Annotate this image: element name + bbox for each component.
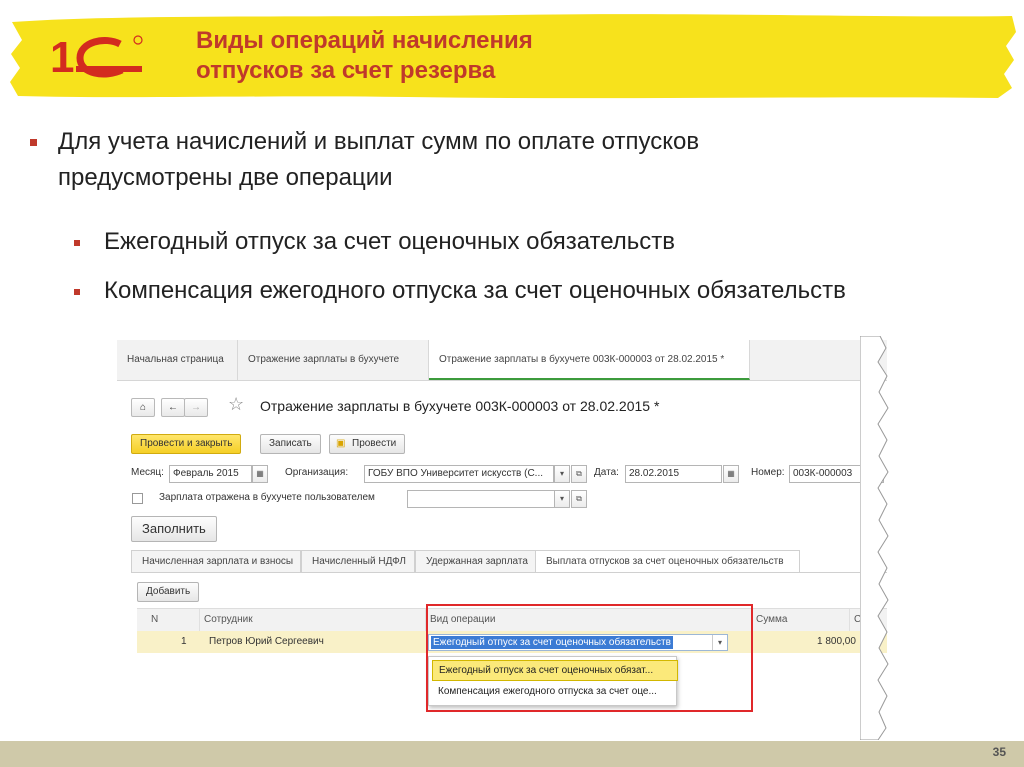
main-bullet-line1: Для учета начислений и выплат сумм по оп… bbox=[58, 128, 700, 155]
post-button-label: Провести bbox=[352, 438, 397, 449]
fill-button[interactable]: Заполнить bbox=[131, 516, 217, 542]
tab-salary-reflection-doc[interactable]: Отражение зарплаты в бухучете 003К-00000… bbox=[429, 340, 750, 380]
dropdown-icon[interactable]: ▾ bbox=[554, 490, 570, 508]
tab-salary-reflection-list[interactable]: Отражение зарплаты в бухучете bbox=[238, 340, 429, 380]
document-title: Отражение зарплаты в бухучете 003К-00000… bbox=[260, 398, 660, 414]
save-button[interactable]: Записать bbox=[260, 434, 321, 454]
star-icon[interactable]: ☆ bbox=[228, 394, 244, 415]
organization-field[interactable]: ГОБУ ВПО Университет искусств (С... bbox=[364, 465, 554, 483]
tab-vacation-payments[interactable]: Выплата отпусков за счет оценочных обяза… bbox=[535, 550, 800, 573]
date-field[interactable]: 28.02.2015 bbox=[625, 465, 722, 483]
arrow-right-icon: → bbox=[191, 402, 201, 413]
month-field[interactable]: Февраль 2015 bbox=[169, 465, 252, 483]
main-bullet-text: Для учета начислений и выплат сумм по оп… bbox=[58, 124, 958, 196]
cell-sum: 1 800,00 bbox=[817, 636, 856, 647]
tabs-divider bbox=[131, 572, 887, 573]
arrow-left-icon: ← bbox=[168, 402, 178, 413]
posted-by-user-label: Зарплата отражена в бухучете пользовател… bbox=[159, 492, 375, 503]
footer-bar bbox=[0, 741, 1024, 767]
date-label: Дата: bbox=[594, 467, 619, 478]
month-label: Месяц: bbox=[131, 467, 164, 478]
number-label: Номер: bbox=[751, 467, 785, 478]
user-field[interactable] bbox=[407, 490, 555, 508]
page-number: 35 bbox=[992, 745, 1006, 759]
column-sum: Сумма bbox=[751, 609, 787, 631]
add-button[interactable]: Добавить bbox=[137, 582, 200, 602]
tab-home-page[interactable]: Начальная страница bbox=[117, 340, 238, 380]
slide-title-line1: Виды операций начисления bbox=[196, 27, 533, 54]
posted-by-user-checkbox[interactable] bbox=[132, 493, 143, 504]
dropdown-icon[interactable]: ▾ bbox=[554, 465, 570, 483]
sub-bullet-2: Компенсация ежегодного отпуска за счет о… bbox=[104, 277, 846, 304]
sub-bullet-icon bbox=[74, 289, 80, 295]
post-icon: ▣ bbox=[336, 438, 346, 449]
home-button[interactable]: ⌂ bbox=[131, 398, 155, 417]
app-tabs-bar: Начальная страница Отражение зарплаты в … bbox=[117, 340, 887, 381]
highlight-frame bbox=[426, 604, 753, 712]
open-icon[interactable]: ⧉ bbox=[571, 490, 587, 508]
column-employee: Сотрудник bbox=[199, 609, 253, 631]
sub-bullet-icon bbox=[74, 240, 80, 246]
back-button[interactable]: ← bbox=[161, 398, 185, 417]
sub-bullet-1: Ежегодный отпуск за счет оценочных обяза… bbox=[104, 228, 676, 255]
svg-text:1: 1 bbox=[50, 33, 74, 80]
forward-button[interactable]: → bbox=[184, 398, 208, 417]
cell-employee: Петров Юрий Сергеевич bbox=[209, 636, 324, 647]
home-icon: ⌂ bbox=[139, 402, 147, 413]
main-bullet-line2: предусмотрены две операции bbox=[58, 164, 393, 191]
calendar-icon[interactable]: ▦ bbox=[723, 465, 739, 483]
column-n: N bbox=[151, 614, 159, 625]
calendar-icon[interactable]: ▦ bbox=[252, 465, 268, 483]
tab-accrued-ndfl[interactable]: Начисленный НДФЛ bbox=[301, 550, 415, 573]
tab-accrued-salary[interactable]: Начисленная зарплата и взносы bbox=[131, 550, 301, 573]
bullet-icon bbox=[30, 139, 37, 146]
cell-n: 1 bbox=[181, 636, 187, 647]
slide-title-line2: отпусков за счет резерва bbox=[196, 57, 496, 84]
torn-edge bbox=[860, 336, 889, 740]
organization-label: Организация: bbox=[285, 467, 349, 478]
slide-title: Виды операций начисления отпусков за сче… bbox=[196, 26, 533, 86]
logo-1c: 1 bbox=[50, 33, 143, 80]
post-and-close-button[interactable]: Провести и закрыть bbox=[131, 434, 242, 454]
post-button[interactable]: ▣ Провести bbox=[329, 434, 406, 454]
tab-withheld-salary[interactable]: Удержанная зарплата bbox=[415, 550, 539, 573]
open-icon[interactable]: ⧉ bbox=[571, 465, 587, 483]
